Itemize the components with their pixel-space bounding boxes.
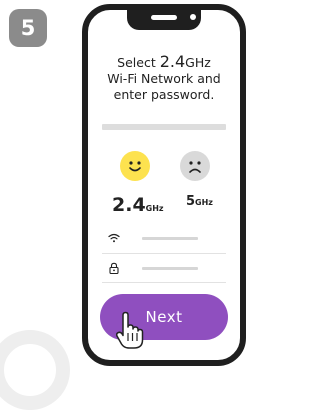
speaker-slot [151,15,177,20]
band-5-value: 5 [186,194,196,209]
lock-icon [109,262,119,274]
field-divider [102,253,226,254]
network-name-placeholder [102,124,226,130]
sad-face-icon [180,151,210,181]
instruction-line-2: Wi-Fi Network and [107,71,221,86]
wifi-icon [108,233,120,243]
phone-notch [127,10,201,30]
field-divider [102,282,226,283]
instruction-line-3: enter password. [113,87,215,102]
password-field[interactable] [102,260,226,280]
instruction-line-1: Select 2.4GHz [88,54,240,71]
band-2-4-value: 2.4 [112,194,146,216]
wifi-network-field[interactable] [102,230,226,250]
phone-frame: Select 2.4GHz Wi-Fi Network and enter pa… [82,4,246,366]
band-2-4ghz-label: 2.4GHz [112,194,164,216]
band-5ghz-label: 5GHz [186,194,213,209]
instruction-band: 2.4 [159,52,186,71]
wifi-network-value-placeholder [142,237,198,240]
instruction-unit: GHz [185,55,211,70]
hand-cursor-icon [115,311,144,349]
instruction-prefix: Select [117,55,160,70]
background-arc-decoration [0,330,70,410]
instruction-text: Select 2.4GHz Wi-Fi Network and enter pa… [88,54,240,103]
password-value-placeholder [142,267,198,270]
band-5-unit: GHz [195,198,213,207]
camera-dot [190,14,196,20]
band-2-4-unit: GHz [145,204,164,213]
step-number-badge: 5 [9,9,47,47]
happy-face-icon [120,151,150,181]
